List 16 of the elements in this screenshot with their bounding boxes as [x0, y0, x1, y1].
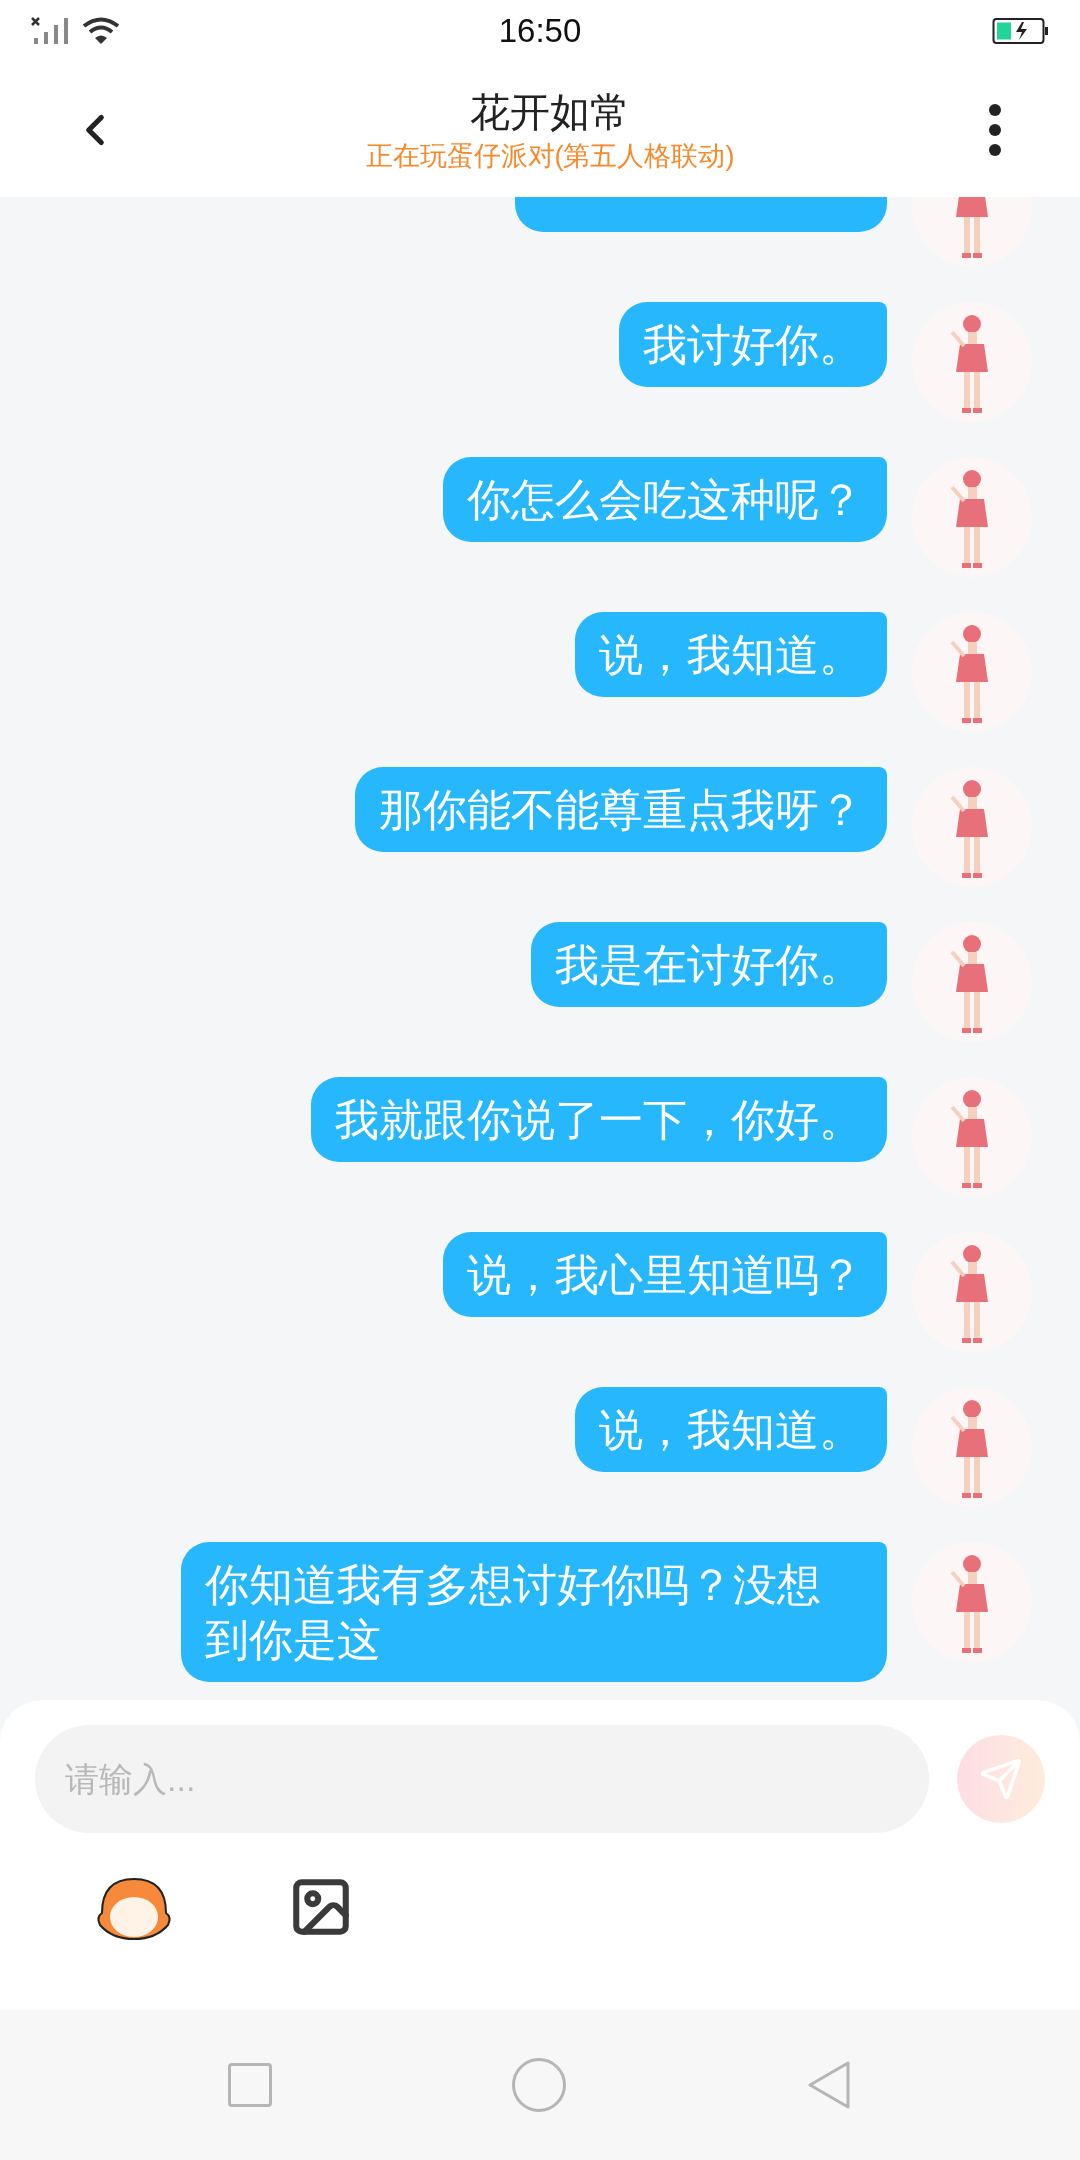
message-input[interactable]: 请输入...	[35, 1725, 929, 1833]
battery-icon	[992, 17, 1050, 45]
message-bubble: 说，我知道。	[575, 1387, 887, 1472]
message-bubble: 我就跟你说了一下，你好。	[311, 1077, 887, 1162]
status-time: 16:50	[498, 11, 582, 52]
message-bubble: 你知道我有多想讨好你吗？没想到你是这	[181, 1542, 887, 1682]
message-bubble: 说，我知道。	[575, 612, 887, 697]
message-bubble: 我是在讨好你。	[531, 922, 887, 1007]
chat-title: 花开如常	[470, 88, 630, 136]
message-bubble: 我讨好你。	[619, 302, 887, 387]
message-bubble: 说，我心里知道吗？	[443, 1232, 887, 1317]
wifi-icon	[82, 17, 120, 45]
status-subtitle: 正在玩蛋仔派对(第五人格联动)	[365, 139, 735, 173]
message-bubble: 你怎么会吃这种呢？	[443, 457, 887, 542]
message-bubble: 那你能不能尊重点我呀？	[355, 767, 887, 852]
send-icon	[979, 1757, 1023, 1801]
